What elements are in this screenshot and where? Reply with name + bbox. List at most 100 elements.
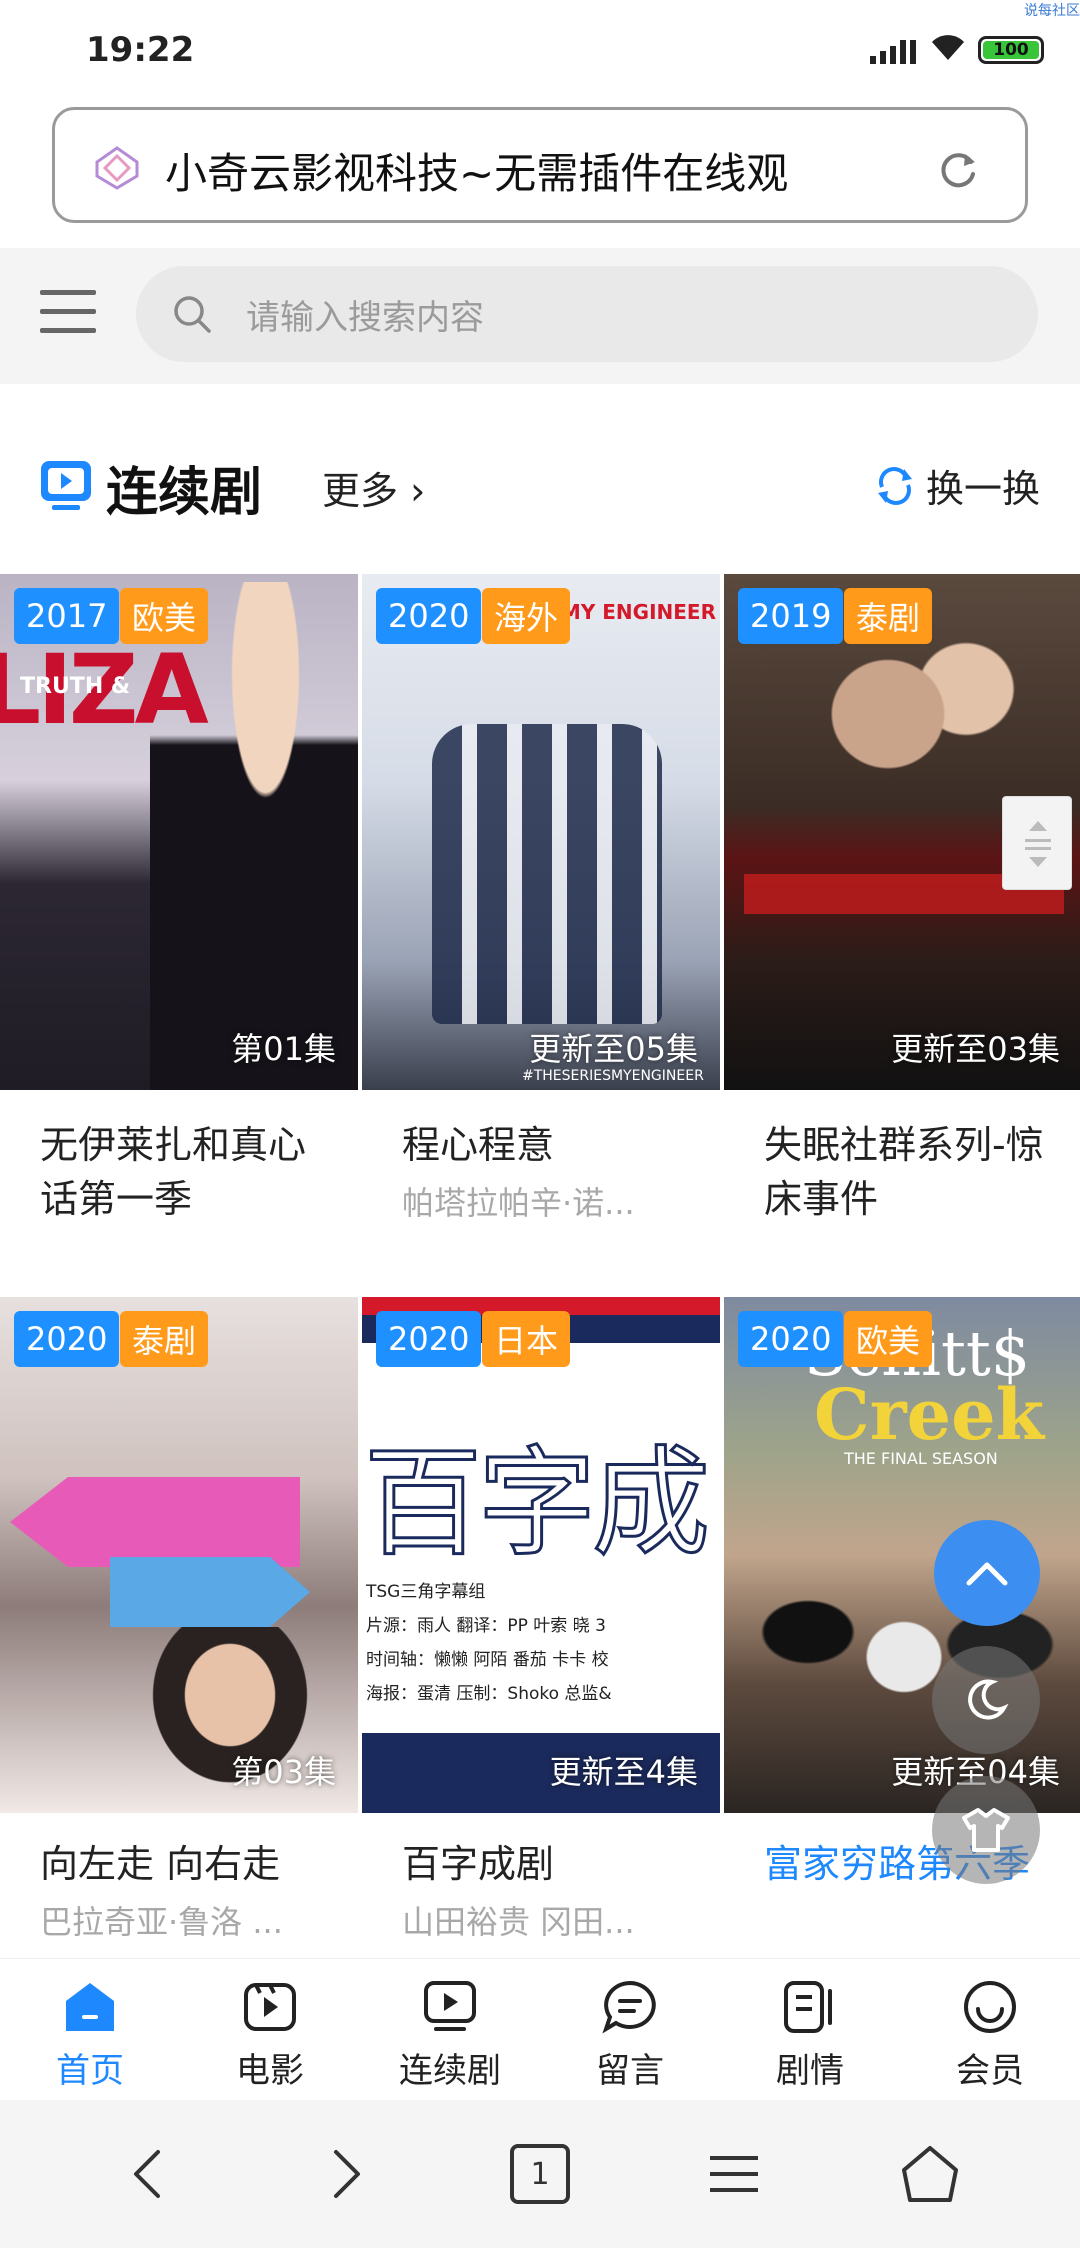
card-title: 失眠社群系列-惊床事件 <box>764 1123 1044 1221</box>
search-placeholder: 请输入搜索内容 <box>246 298 484 338</box>
story-icon <box>784 1981 832 2033</box>
tab-message[interactable]: 留言 <box>540 1979 720 2092</box>
episode-label: 更新至03集 <box>891 1030 1060 1068</box>
browser-nav-bar: 1 <box>0 2100 1080 2248</box>
tab-series[interactable]: 连续剧 <box>360 1979 540 2092</box>
video-card[interactable]: 2020 泰剧 第03集 向左走 向右走 巴拉奇亚·鲁洛 ... <box>0 1297 358 1941</box>
menu-button[interactable] <box>40 290 96 338</box>
poster-caption: THE FINAL SEASON <box>844 1449 998 1468</box>
section-header: 连续剧 更多 › 换一换 <box>0 440 1080 540</box>
tab-label: 留言 <box>596 2051 664 2091</box>
region-badge: 欧美 <box>120 588 209 644</box>
card-cast: 帕塔拉帕辛·诺... <box>402 1184 635 1222</box>
tabs-button[interactable]: 1 <box>510 2144 570 2204</box>
tab-label: 连续剧 <box>399 2051 501 2091</box>
poster-logo: MY ENGINEER <box>560 600 716 624</box>
region-badge: 欧美 <box>844 1311 933 1367</box>
tab-label: 剧情 <box>776 2051 844 2091</box>
swap-label: 换一换 <box>925 467 1040 511</box>
poster-image: LIZA TRUTH & 2017 欧美 第01集 <box>0 574 358 1090</box>
signal-icon <box>870 40 916 64</box>
tab-member[interactable]: 会员 <box>900 1979 1080 2092</box>
back-icon[interactable] <box>118 2144 178 2204</box>
poster-credit-2: 时间轴：懒懒 阿陌 番茄 卡卡 校 <box>366 1650 609 1670</box>
theme-button[interactable] <box>932 1776 1040 1884</box>
video-card[interactable]: 百字成 TSG三角字幕组 片源：雨人 翻译：PP 叶索 晓 3 时间轴：懒懒 阿… <box>362 1297 720 1941</box>
video-card[interactable]: LIZA TRUTH & 2017 欧美 第01集 无伊莱扎和真心话第一季 <box>0 574 358 1221</box>
poster-credit-0: TSG三角字幕组 <box>366 1582 486 1602</box>
year-badge: 2020 <box>14 1311 120 1367</box>
year-badge: 2020 <box>376 1311 482 1367</box>
card-title: 程心程意 <box>402 1123 555 1167</box>
scroll-top-button[interactable] <box>934 1520 1040 1626</box>
episode-label: 第03集 <box>231 1753 336 1791</box>
tab-label: 会员 <box>956 2051 1024 2091</box>
card-title: 无伊莱扎和真心话第一季 <box>40 1123 307 1221</box>
region-badge: 泰剧 <box>120 1311 209 1367</box>
year-badge: 2017 <box>14 588 120 644</box>
battery-icon: 100 <box>978 36 1044 64</box>
section-title: 连续剧 <box>106 463 263 523</box>
tab-label: 电影 <box>236 2051 304 2091</box>
moon-icon <box>968 1679 1009 1720</box>
year-badge: 2020 <box>376 588 482 644</box>
poster-big-text: 百字成 <box>362 1433 711 1574</box>
url-bar[interactable]: 小奇云影视科技~无需插件在线观 <box>52 107 1028 223</box>
member-icon <box>964 1981 1016 2033</box>
more-link[interactable]: 更多 › <box>322 460 425 515</box>
region-badge: 海外 <box>482 588 571 644</box>
forward-icon[interactable] <box>316 2144 376 2204</box>
night-mode-button[interactable] <box>932 1646 1040 1754</box>
episode-label: 第01集 <box>231 1030 336 1068</box>
tab-home[interactable]: 首页 <box>0 1979 180 2092</box>
poster-hashtag: #THESERIESMYENGINEER <box>522 1068 704 1084</box>
poster-image: 2020 泰剧 第03集 <box>0 1297 358 1813</box>
page-title: 小奇云影视科技~无需插件在线观 <box>165 149 789 198</box>
region-badge: 日本 <box>482 1311 571 1367</box>
episode-label: 更新至05集 <box>529 1030 698 1068</box>
poster-credit-3: 海报：蛋清 压制：Shoko 总监& <box>366 1684 612 1704</box>
wifi-icon <box>932 35 964 60</box>
chevron-right-icon: › <box>410 469 426 513</box>
site-logo-icon <box>95 146 139 190</box>
poster-logo-2: Creek <box>814 1373 1045 1456</box>
film-icon <box>244 1983 296 2031</box>
home-nav-icon[interactable] <box>900 2144 960 2204</box>
refresh-list-button[interactable]: 换一换 <box>874 458 1040 513</box>
shirt-icon <box>962 1808 1010 1852</box>
message-icon <box>602 1980 656 2034</box>
year-badge: 2020 <box>738 1311 844 1367</box>
tab-story[interactable]: 剧情 <box>720 1979 900 2092</box>
menu-icon[interactable] <box>704 2144 764 2204</box>
tv-section-icon <box>41 461 91 510</box>
year-badge: 2019 <box>738 588 844 644</box>
poster-image: 百字成 TSG三角字幕组 片源：雨人 翻译：PP 叶索 晓 3 时间轴：懒懒 阿… <box>362 1297 720 1813</box>
bottom-tab-bar: 首页 电影 连续剧 留言 剧情 会员 <box>0 1958 1080 2100</box>
scroll-handle[interactable] <box>1002 796 1072 890</box>
search-input[interactable]: 请输入搜索内容 <box>136 266 1038 362</box>
search-icon <box>174 296 211 333</box>
card-title: 百字成剧 <box>402 1842 555 1886</box>
poster-caption: TRUTH & <box>20 674 131 699</box>
tab-label: 首页 <box>56 2051 124 2091</box>
more-label: 更多 <box>322 469 399 513</box>
episode-label: 更新至4集 <box>549 1753 698 1791</box>
tab-movie[interactable]: 电影 <box>180 1979 360 2092</box>
video-card[interactable]: MY ENGINEER #THESERIESMYENGINEER 2020 海外… <box>362 574 720 1222</box>
swap-icon <box>877 466 912 505</box>
tabs-count: 1 <box>530 2156 550 2192</box>
poster-image: MY ENGINEER #THESERIESMYENGINEER 2020 海外… <box>362 574 720 1090</box>
corner-tag: 说每社区 <box>1024 3 1080 19</box>
card-title: 向左走 向右走 <box>40 1842 281 1886</box>
drag-handle-icon <box>1025 821 1051 867</box>
refresh-icon[interactable] <box>937 148 981 192</box>
card-cast: 巴拉奇亚·鲁洛 ... <box>40 1903 283 1941</box>
home-icon <box>66 1983 114 2031</box>
battery-level: 100 <box>983 40 1039 60</box>
poster-credit-1: 片源：雨人 翻译：PP 叶索 晓 3 <box>366 1616 606 1636</box>
status-bar: 19:22 说每社区 100 <box>0 0 1080 100</box>
region-badge: 泰剧 <box>844 588 933 644</box>
status-time: 19:22 <box>86 30 195 70</box>
chevron-up-icon <box>966 1562 1008 1586</box>
tv-icon <box>424 1981 476 2031</box>
